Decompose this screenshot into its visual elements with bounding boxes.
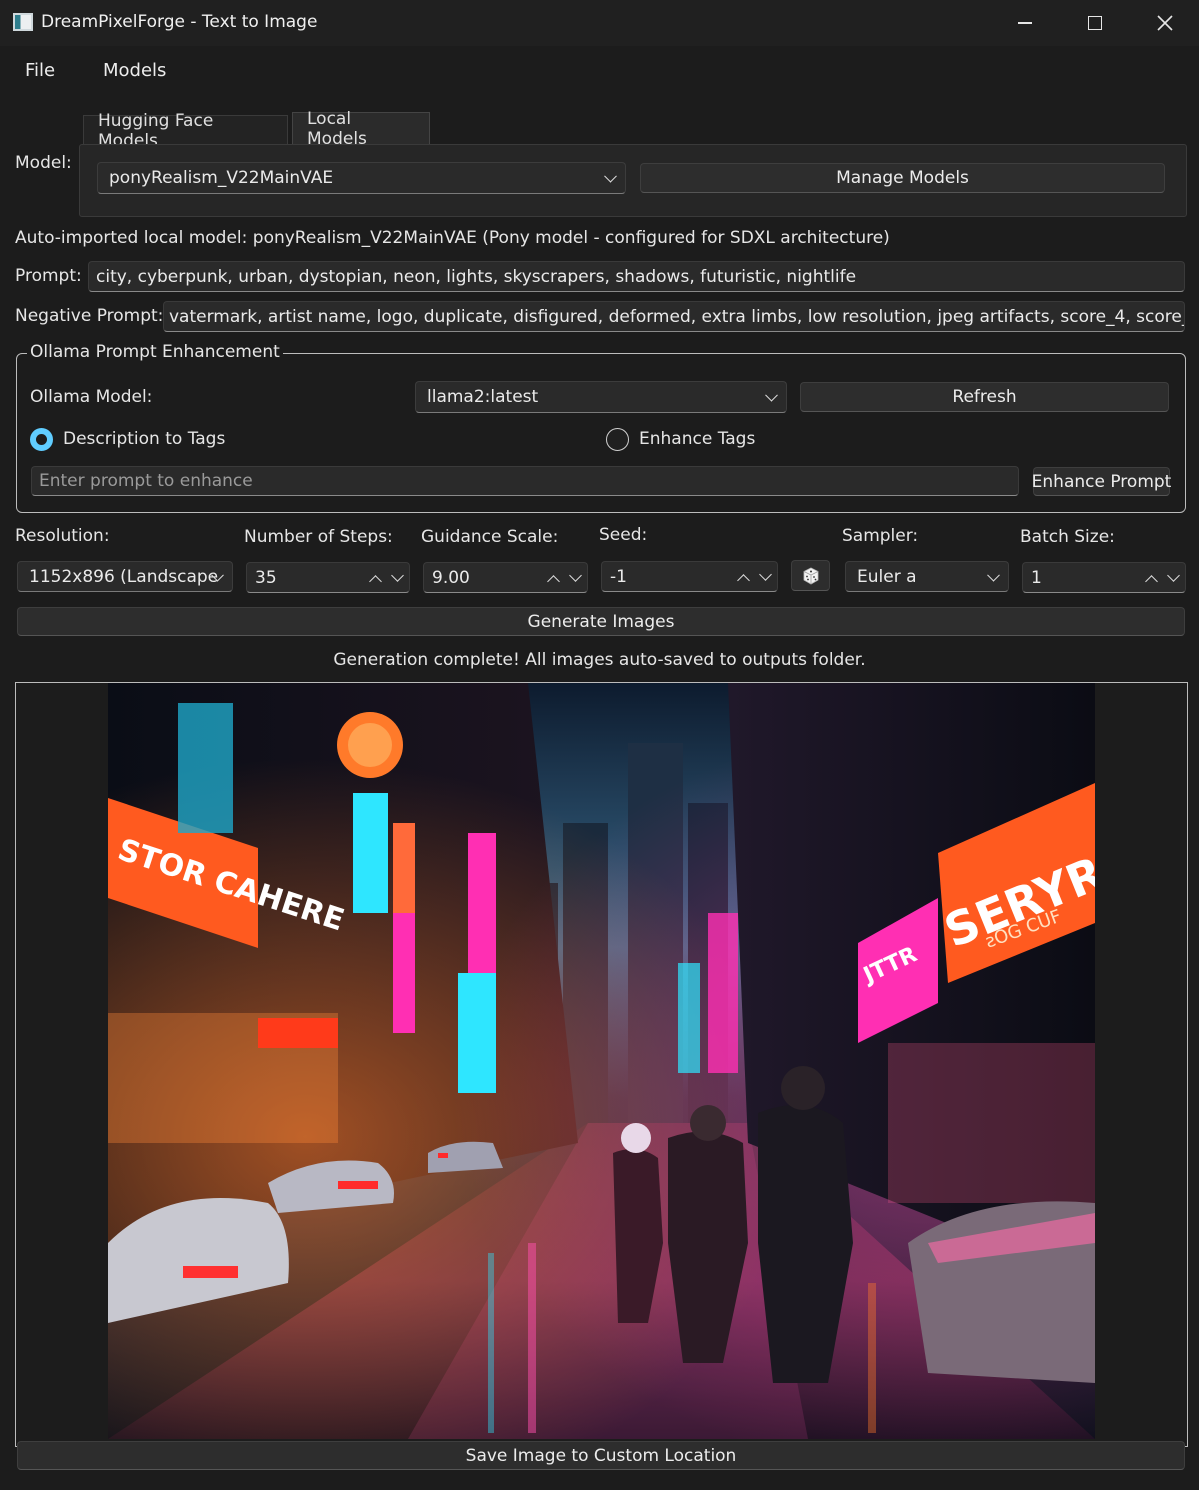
description-to-tags-radio[interactable] [30, 428, 53, 451]
ollama-group-title: Ollama Prompt Enhancement [27, 342, 283, 362]
app-icon [13, 13, 33, 31]
ollama-model-label: Ollama Model: [30, 387, 153, 407]
model-label: Model: [15, 153, 72, 173]
resolution-select[interactable]: 1152x896 (Landscape [17, 561, 233, 592]
menu-models[interactable]: Models [99, 58, 170, 83]
dice-icon [803, 567, 818, 584]
chevron-down-icon [604, 169, 617, 183]
steps-spinbox[interactable]: 35 [246, 562, 410, 593]
chevron-down-icon [987, 568, 1000, 582]
refresh-button[interactable]: Refresh [800, 382, 1169, 412]
chevron-up-icon[interactable] [737, 574, 750, 587]
window-title: DreamPixelForge - Text to Image [41, 12, 318, 32]
chevron-up-icon[interactable] [547, 575, 560, 588]
generate-images-button[interactable]: Generate Images [17, 607, 1185, 636]
save-image-button[interactable]: Save Image to Custom Location [17, 1441, 1185, 1470]
tab-local-models[interactable]: Local Models [292, 109, 430, 149]
random-seed-button[interactable] [791, 560, 830, 591]
enhance-prompt-placeholder: Enter prompt to enhance [39, 471, 253, 491]
batch-size-spinbox[interactable]: 1 [1022, 562, 1186, 593]
guidance-spinbox[interactable]: 9.00 [423, 562, 588, 593]
guidance-label: Guidance Scale: [421, 527, 559, 547]
generated-image: STOR CAHERE SERYRF ƨOG CUF JTTR [108, 683, 1095, 1439]
chevron-up-icon[interactable] [369, 575, 382, 588]
batch-size-label: Batch Size: [1020, 527, 1115, 547]
resolution-value: 1152x896 (Landscape [29, 566, 219, 587]
enhance-prompt-button[interactable]: Enhance Prompt [1032, 467, 1171, 496]
enhance-tags-radio[interactable] [606, 428, 629, 451]
minimize-icon [1018, 22, 1032, 24]
enhance-prompt-input[interactable]: Enter prompt to enhance [31, 466, 1019, 496]
resolution-label: Resolution: [15, 526, 110, 546]
chevron-up-icon[interactable] [1145, 575, 1158, 588]
model-select[interactable]: ponyRealism_V22MainVAE [97, 162, 626, 194]
ollama-model-select[interactable]: llama2:latest [415, 381, 787, 413]
minimize-button[interactable] [990, 0, 1060, 46]
cyberpunk-city-image: STOR CAHERE SERYRF ƨOG CUF JTTR [108, 683, 1095, 1439]
negative-prompt-label: Negative Prompt: [15, 306, 164, 326]
menu-file[interactable]: File [21, 58, 59, 83]
seed-spinbox[interactable]: -1 [601, 561, 778, 592]
seed-label: Seed: [599, 525, 648, 545]
chevron-down-icon [765, 388, 778, 402]
status-message: Generation complete! All images auto-sav… [333, 650, 866, 670]
steps-value: 35 [255, 567, 277, 588]
steps-label: Number of Steps: [244, 527, 393, 547]
prompt-label: Prompt: [15, 266, 82, 286]
ollama-model-value: llama2:latest [427, 387, 539, 407]
model-info-text: Auto-imported local model: ponyRealism_V… [15, 228, 890, 248]
chevron-down-icon[interactable] [569, 569, 582, 582]
sampler-label: Sampler: [842, 526, 919, 546]
maximize-icon [1088, 16, 1102, 30]
close-icon [1157, 15, 1173, 31]
guidance-value: 9.00 [432, 567, 470, 588]
description-to-tags-label[interactable]: Description to Tags [63, 429, 225, 449]
chevron-down-icon[interactable] [759, 568, 772, 581]
maximize-button[interactable] [1060, 0, 1130, 46]
tab-hugging-face-models[interactable]: Hugging Face Models [83, 111, 288, 151]
manage-models-button[interactable]: Manage Models [640, 163, 1165, 193]
sampler-value: Euler a [857, 566, 917, 587]
model-select-value: ponyRealism_V22MainVAE [109, 168, 334, 188]
seed-value: -1 [610, 566, 627, 587]
prompt-input-value: city, cyberpunk, urban, dystopian, neon,… [96, 266, 857, 287]
prompt-input[interactable]: city, cyberpunk, urban, dystopian, neon,… [88, 261, 1185, 292]
chevron-down-icon[interactable] [391, 569, 404, 582]
negative-prompt-input[interactable]: vatermark, artist name, logo, duplicate,… [163, 301, 1185, 332]
close-button[interactable] [1130, 0, 1199, 46]
batch-size-value: 1 [1031, 567, 1042, 588]
negative-prompt-value: vatermark, artist name, logo, duplicate,… [169, 306, 1185, 327]
sampler-select[interactable]: Euler a [845, 561, 1009, 592]
enhance-tags-label[interactable]: Enhance Tags [639, 429, 755, 449]
chevron-down-icon[interactable] [1167, 569, 1180, 582]
